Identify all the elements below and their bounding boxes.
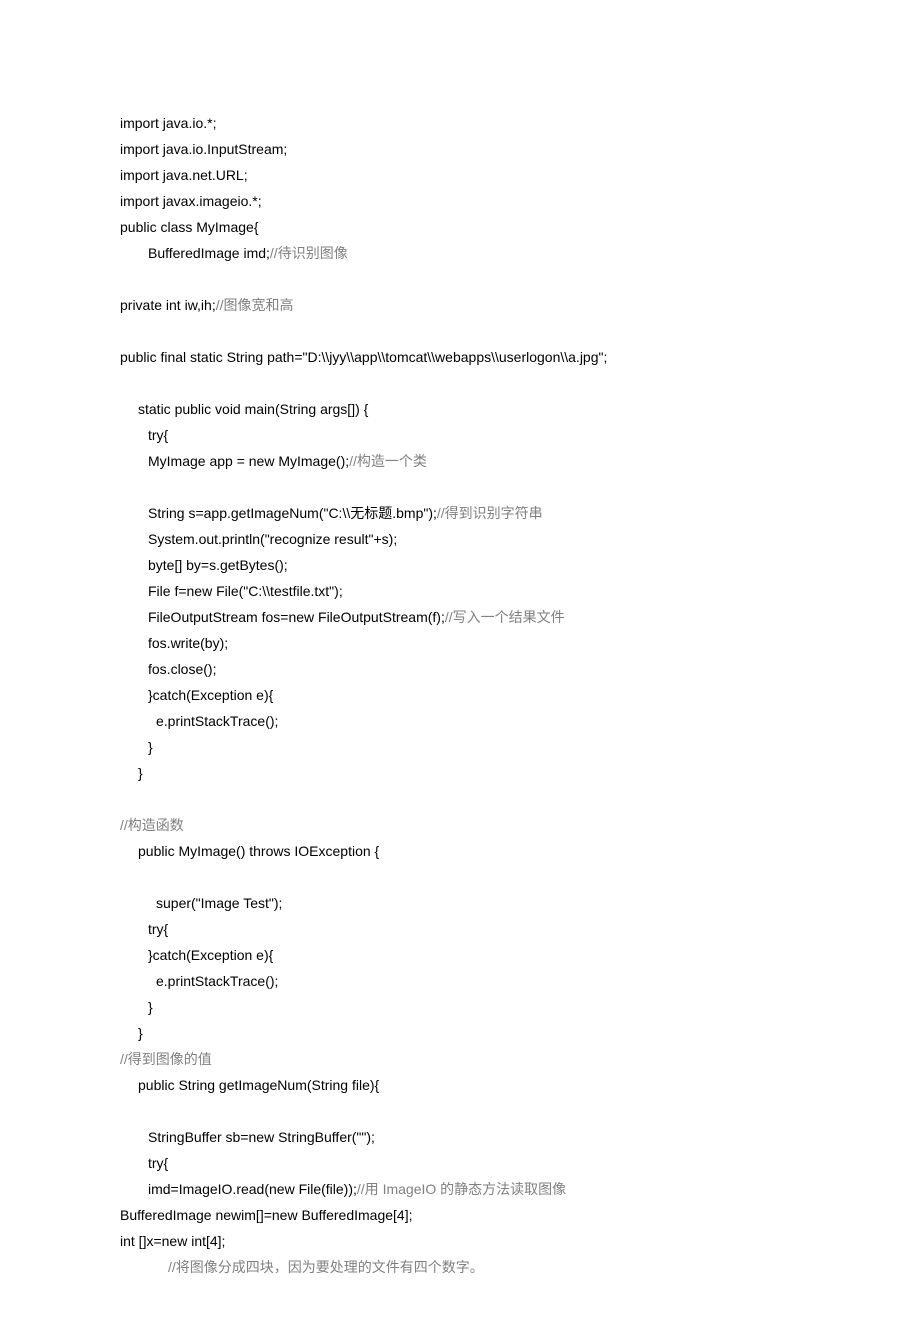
code-text: MyImage app = new MyImage(); [148,453,349,469]
code-line: File f=new File("C:\\testfile.txt"); [120,578,800,604]
code-comment: //用 ImageIO 的静态方法读取图像 [357,1181,566,1197]
blank-line [120,266,800,292]
code-text: super("Image Test"); [156,895,282,911]
code-text: import javax.imageio.*; [120,193,262,209]
code-line: try{ [120,1150,800,1176]
code-line: public String getImageNum(String file){ [120,1072,800,1098]
code-line: fos.write(by); [120,630,800,656]
code-text: } [148,739,153,755]
code-text: private int iw,ih; [120,297,216,313]
code-text: try{ [148,1155,168,1171]
code-line: e.printStackTrace(); [120,708,800,734]
code-line: private int iw,ih;//图像宽和高 [120,292,800,318]
code-line: StringBuffer sb=new StringBuffer(""); [120,1124,800,1150]
code-text: try{ [148,921,168,937]
code-line: try{ [120,916,800,942]
code-line: //构造函数 [120,812,800,838]
code-text: } [138,1025,143,1041]
code-line: public class MyImage{ [120,214,800,240]
blank-line [120,1098,800,1124]
code-line: byte[] by=s.getBytes(); [120,552,800,578]
code-text: fos.write(by); [148,635,228,651]
code-line: import java.net.URL; [120,162,800,188]
code-comment: //将图像分成四块，因为要处理的文件有四个数字。 [168,1259,484,1275]
code-line: MyImage app = new MyImage();//构造一个类 [120,448,800,474]
blank-line [120,318,800,344]
code-text: e.printStackTrace(); [156,713,278,729]
blank-line [120,474,800,500]
code-line: }catch(Exception e){ [120,942,800,968]
code-comment: //图像宽和高 [216,297,294,313]
code-text: BufferedImage imd; [148,245,270,261]
code-text: import java.io.*; [120,115,216,131]
code-line: fos.close(); [120,656,800,682]
code-text: static public void main(String args[]) { [138,401,368,417]
code-comment: //写入一个结果文件 [445,609,565,625]
blank-line [120,370,800,396]
code-line: try{ [120,422,800,448]
code-text: imd=ImageIO.read(new File(file)); [148,1181,357,1197]
code-line: } [120,734,800,760]
code-text: import java.net.URL; [120,167,248,183]
code-text: FileOutputStream fos=new FileOutputStrea… [148,609,445,625]
code-text: int []x=new int[4]; [120,1233,225,1249]
code-line: //将图像分成四块，因为要处理的文件有四个数字。 [120,1254,800,1280]
code-line: String s=app.getImageNum("C:\\无标题.bmp");… [120,500,800,526]
code-line: import javax.imageio.*; [120,188,800,214]
code-line: //得到图像的值 [120,1046,800,1072]
code-comment: //待识别图像 [270,245,348,261]
code-line: imd=ImageIO.read(new File(file));//用 Ima… [120,1176,800,1202]
code-text: e.printStackTrace(); [156,973,278,989]
code-line: super("Image Test"); [120,890,800,916]
code-text: public MyImage() throws IOException { [138,843,379,859]
code-line: System.out.println("recognize result"+s)… [120,526,800,552]
code-text: BufferedImage newim[]=new BufferedImage[… [120,1207,413,1223]
code-document: import java.io.*; import java.io.InputStr… [0,0,920,1340]
code-text: public class MyImage{ [120,219,259,235]
code-line: e.printStackTrace(); [120,968,800,994]
code-line: import java.io.InputStream; [120,136,800,162]
code-line: } [120,760,800,786]
code-line: }catch(Exception e){ [120,682,800,708]
code-line: int []x=new int[4]; [120,1228,800,1254]
code-text: } [138,765,143,781]
code-text: }catch(Exception e){ [148,947,273,963]
code-text: import java.io.InputStream; [120,141,287,157]
code-text: try{ [148,427,168,443]
code-text: public String getImageNum(String file){ [138,1077,379,1093]
code-line: import java.io.*; [120,110,800,136]
code-text: File f=new File("C:\\testfile.txt"); [148,583,343,599]
code-text: System.out.println("recognize result"+s)… [148,531,397,547]
code-text: public final static String path="D:\\jyy… [120,349,607,365]
code-line: static public void main(String args[]) { [120,396,800,422]
code-comment: //得到识别字符串 [437,505,543,521]
code-comment: //得到图像的值 [120,1051,212,1067]
code-comment: //构造函数 [120,817,184,833]
code-line: public MyImage() throws IOException { [120,838,800,864]
code-comment: //构造一个类 [349,453,427,469]
code-line: FileOutputStream fos=new FileOutputStrea… [120,604,800,630]
code-line: } [120,994,800,1020]
code-line: } [120,1020,800,1046]
code-text: String s=app.getImageNum("C:\\无标题.bmp"); [148,505,437,521]
blank-line [120,786,800,812]
code-text: } [148,999,153,1015]
code-text: byte[] by=s.getBytes(); [148,557,288,573]
code-text: fos.close(); [148,661,216,677]
code-line: public final static String path="D:\\jyy… [120,344,800,370]
code-text: }catch(Exception e){ [148,687,273,703]
code-text: StringBuffer sb=new StringBuffer(""); [148,1129,375,1145]
code-line: BufferedImage newim[]=new BufferedImage[… [120,1202,800,1228]
blank-line [120,864,800,890]
code-line: BufferedImage imd;//待识别图像 [120,240,800,266]
